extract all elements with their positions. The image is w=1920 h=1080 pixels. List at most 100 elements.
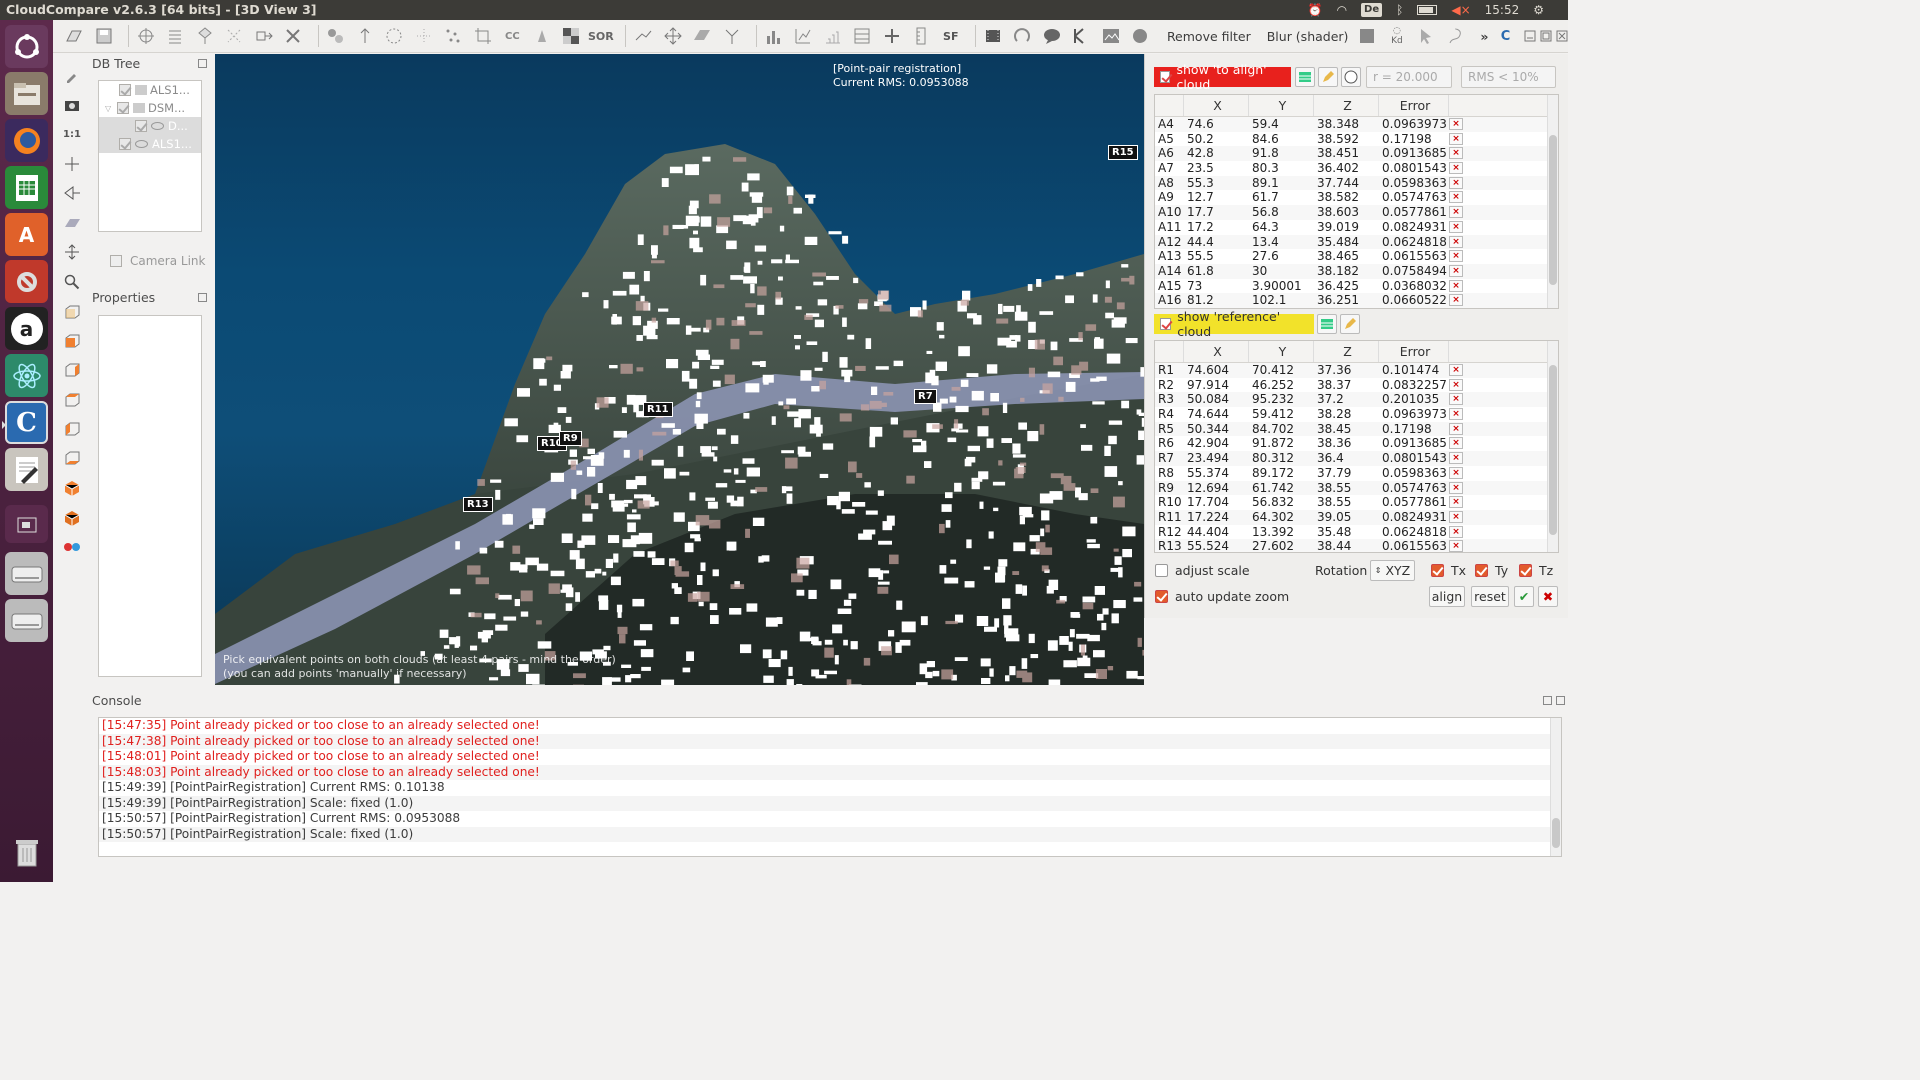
table-cell[interactable]: 80.3 [1249, 161, 1314, 176]
table-cell[interactable]: 38.44 [1314, 539, 1379, 552]
table-cell[interactable]: 3.90001 [1249, 279, 1314, 294]
cursor-icon[interactable] [1415, 25, 1437, 47]
octree-icon[interactable] [383, 25, 405, 47]
table-cell[interactable]: 12.694 [1184, 481, 1249, 496]
table-cell[interactable]: 0.201035 [1379, 392, 1449, 407]
pencil-icon[interactable] [1340, 314, 1360, 334]
delete-point-icon[interactable]: × [1449, 206, 1463, 219]
checker-icon[interactable] [560, 25, 582, 47]
dbtree-float-button[interactable] [198, 59, 207, 68]
console-log[interactable]: [15:47:35] Point already picked or too c… [98, 717, 1562, 857]
delete-point-icon[interactable]: × [1449, 466, 1463, 479]
merge-icon[interactable] [223, 25, 245, 47]
software-center-icon[interactable]: A [5, 213, 48, 256]
normals-icon[interactable] [354, 25, 376, 47]
delete-point-icon[interactable]: × [1449, 408, 1463, 421]
table-cell[interactable]: 44.404 [1184, 525, 1249, 540]
point-id-cell[interactable]: R7 [1155, 451, 1184, 466]
table-cell[interactable]: 0.0624818 [1379, 235, 1449, 250]
table-cell[interactable]: 84.702 [1249, 422, 1314, 437]
view-bottom-icon[interactable] [62, 448, 82, 468]
tree-item[interactable]: ▽ DSM... [99, 99, 201, 117]
table-cell[interactable]: 38.182 [1314, 264, 1379, 279]
rotate-icon[interactable] [1011, 25, 1033, 47]
interaction-icon[interactable] [62, 242, 82, 262]
point-id-cell[interactable]: R2 [1155, 378, 1184, 393]
workspace-switcher-icon[interactable] [5, 505, 48, 543]
image-icon[interactable] [1100, 25, 1122, 47]
iso-back-icon[interactable] [62, 508, 82, 528]
sphere-icon[interactable] [1129, 25, 1151, 47]
auto-update-zoom-option[interactable]: auto update zoom [1155, 589, 1289, 604]
point-id-cell[interactable]: A15 [1155, 279, 1184, 294]
table-cell[interactable]: 55.3 [1184, 176, 1249, 191]
table-cell[interactable]: 38.348 [1314, 117, 1379, 132]
point-id-cell[interactable]: R5 [1155, 422, 1184, 437]
crop-icon[interactable] [472, 25, 494, 47]
kd-icon[interactable]: ◌ Kd [1386, 25, 1408, 47]
cc-icon[interactable]: CC [501, 25, 523, 47]
delete-point-icon[interactable]: × [1449, 147, 1463, 160]
table-row[interactable]: A5 50.2 84.6 38.592 0.17198 × [1155, 132, 1558, 147]
show-reference-checkbox[interactable] [1160, 318, 1172, 330]
open-icon[interactable] [63, 25, 85, 47]
perspective-icon[interactable] [62, 213, 82, 233]
table-cell[interactable]: 46.252 [1249, 378, 1314, 393]
visibility-checkbox[interactable] [119, 84, 131, 96]
table-cell[interactable]: 0.0963973 [1379, 407, 1449, 422]
table-cell[interactable]: 0.0660522 [1379, 293, 1449, 308]
sor-icon[interactable]: SOR [588, 25, 614, 47]
move-icon[interactable] [662, 25, 684, 47]
point-id-cell[interactable]: R12 [1155, 525, 1184, 540]
delete-point-icon[interactable]: × [1449, 220, 1463, 233]
translate-icon[interactable] [253, 25, 275, 47]
point-id-cell[interactable]: A4 [1155, 117, 1184, 132]
validate-check-icon[interactable]: ✔ [1514, 586, 1534, 607]
table-cell[interactable]: 50.084 [1184, 392, 1249, 407]
point-marker[interactable]: R9 [559, 431, 582, 446]
delete-point-icon[interactable]: × [1449, 510, 1463, 523]
cancel-close-icon[interactable]: ✖ [1538, 586, 1558, 607]
noise-icon[interactable] [442, 25, 464, 47]
table-cell[interactable]: 0.0913685 [1379, 436, 1449, 451]
camera-icon[interactable] [62, 95, 82, 115]
delete-point-icon[interactable]: × [1449, 496, 1463, 509]
table-cell[interactable]: 56.832 [1249, 495, 1314, 510]
table-cell[interactable]: 55.524 [1184, 539, 1249, 552]
table-cell[interactable]: 36.425 [1314, 279, 1379, 294]
console-line[interactable]: [15:49:39] [PointPairRegistration] Scale… [99, 795, 1561, 811]
table-row[interactable]: R9 12.694 61.742 38.55 0.0574763 × [1155, 480, 1558, 496]
table-row[interactable]: R3 50.084 95.232 37.2 0.201035 × [1155, 392, 1558, 408]
db-tree[interactable]: ALS1... ▽ DSM... D... ALS1... [98, 80, 202, 232]
ssao-icon[interactable] [1356, 25, 1378, 47]
delete-point-icon[interactable]: × [1449, 437, 1463, 450]
table-cell[interactable]: 38.37 [1314, 378, 1379, 393]
table-cell[interactable]: 0.0615563 [1379, 539, 1449, 552]
table-cell[interactable]: 39.019 [1314, 220, 1379, 235]
table-cell[interactable]: 37.79 [1314, 466, 1379, 481]
point-id-cell[interactable]: A7 [1155, 161, 1184, 176]
table-row[interactable]: R11 17.224 64.302 39.05 0.0824931 × [1155, 509, 1558, 525]
point-id-cell[interactable]: R4 [1155, 407, 1184, 422]
wifi-icon[interactable]: ◠ [1337, 0, 1347, 20]
save-icon[interactable] [93, 25, 115, 47]
table-cell[interactable]: 50.344 [1184, 422, 1249, 437]
camera-link-option[interactable]: Camera Link [110, 254, 205, 268]
close-icon[interactable] [1556, 25, 1568, 47]
table-cell[interactable]: 23.5 [1184, 161, 1249, 176]
table-row[interactable]: A10 17.7 56.8 38.603 0.0577861 × [1155, 205, 1558, 220]
delete-point-icon[interactable]: × [1449, 279, 1463, 292]
point-id-cell[interactable]: A6 [1155, 146, 1184, 161]
table-cell[interactable]: 102.1 [1249, 293, 1314, 308]
table-cell[interactable]: 55.5 [1184, 249, 1249, 264]
plus-icon[interactable] [881, 25, 903, 47]
delete-point-icon[interactable]: × [1449, 481, 1463, 494]
drive-icon[interactable] [5, 552, 48, 595]
radius-spinbox[interactable]: r = 20.000 [1366, 66, 1452, 88]
delete-icon[interactable] [282, 25, 304, 47]
table-row[interactable]: A4 74.6 59.4 38.348 0.0963973 × [1155, 117, 1558, 132]
table-cell[interactable]: 91.8 [1249, 146, 1314, 161]
table-cell[interactable]: 44.4 [1184, 235, 1249, 250]
align-icon[interactable] [721, 25, 743, 47]
table-cell[interactable]: 0.17198 [1379, 422, 1449, 437]
